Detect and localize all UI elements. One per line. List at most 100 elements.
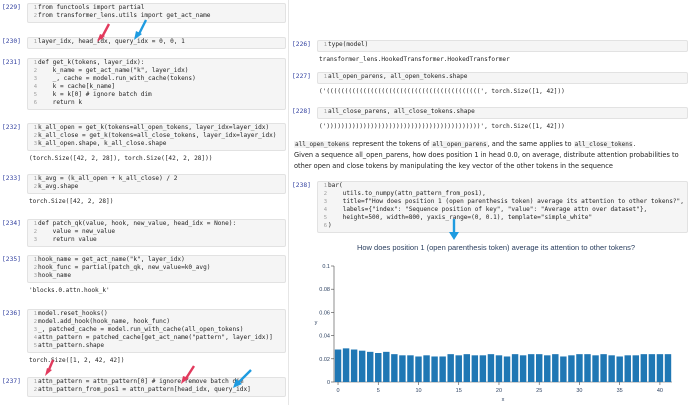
code-line: 1 all_close_parens, all_close_tokens.shap…	[318, 108, 687, 116]
line-number: 4	[33, 335, 37, 341]
code-text: )	[328, 222, 332, 229]
code-input[interactable]: 1 all_open_parens, all_open_tokens.shape	[317, 72, 688, 84]
cell-prompt: [237]	[2, 378, 21, 385]
line-number: 3	[33, 76, 37, 82]
code-text: utils.to_numpy(attn_pattern_from_pos1),	[328, 190, 486, 197]
code-line: 3 _, patched_cache = model.run_with_cache…	[28, 326, 285, 334]
code-text: hook_func = partial(patch_qk, new_value=…	[38, 264, 211, 271]
line-number: 2	[323, 191, 327, 197]
chart-bar	[471, 355, 479, 382]
line-number: 1	[33, 311, 37, 317]
y-tick-label: 0.06	[319, 310, 330, 316]
code-text: all_close_parens, all_close_tokens.shape	[328, 108, 475, 115]
chart-bar	[560, 356, 567, 382]
code-text: return value	[38, 236, 97, 243]
chart-bar	[632, 355, 640, 382]
chart-bar	[439, 356, 446, 382]
code-line: 3 return value	[28, 236, 285, 244]
line-number: 3	[323, 199, 327, 205]
line-number: 2	[33, 13, 37, 19]
code-line: 1 bar(	[318, 182, 687, 190]
code-input[interactable]: 1 def patch_qk(value, hook, new_value, he…	[27, 219, 286, 247]
cell-output: torch.Size([42, 2, 28])	[29, 198, 114, 205]
blue-arrow-icon	[233, 369, 252, 388]
cell-output: ('))))))))))))))))))))))))))))))))))))))…	[319, 123, 565, 130]
chart-bar	[366, 351, 374, 382]
code-line: 2 value = new_value	[28, 228, 285, 236]
panel-divider	[288, 0, 289, 405]
chart-bar	[535, 354, 543, 382]
chart-bar	[407, 355, 414, 382]
code-text: k_all_open.shape, k_all_close.shape	[38, 140, 167, 147]
code-text: k_name = get_act_name("k", layer_idx)	[38, 67, 189, 74]
x-tick-label: 0	[336, 388, 339, 394]
line-number: 2	[33, 184, 37, 190]
chart-bar	[527, 354, 535, 382]
chart-bar	[487, 354, 495, 382]
x-tick-label: 5	[377, 388, 380, 394]
chart-bar	[350, 349, 358, 382]
code-input[interactable]: 1 def get_k(tokens, layer_idx): 2 k_name =…	[27, 58, 286, 110]
chart-bar	[519, 355, 527, 382]
attention-bar-chart: How does position 1 (open parenthesis to…	[315, 243, 672, 403]
code-line: 2 k_all_close = get_k(tokens=all_close_to…	[28, 132, 285, 140]
chart-bar	[624, 355, 631, 382]
line-number: 1	[33, 125, 37, 131]
x-tick-label: 25	[536, 388, 542, 394]
line-number: 1	[33, 379, 37, 385]
y-tick-label: 0	[327, 380, 330, 386]
line-number: 1	[323, 74, 327, 80]
cell-prompt: [238]	[292, 182, 311, 189]
line-number: 5	[33, 343, 37, 349]
code-text: attn_pattern.shape	[38, 342, 105, 349]
chart-bar	[495, 355, 503, 382]
line-number: 1	[33, 5, 37, 11]
code-input[interactable]: 1 hook_name = get_act_name("k", layer_idx…	[27, 255, 286, 283]
code-line: 1 all_open_parens, all_open_tokens.shape	[318, 73, 687, 81]
code-line: 3 hook_name	[28, 272, 285, 280]
cell-prompt: [226]	[292, 41, 311, 48]
code-text: labels={"index": "Sequence position of k…	[328, 206, 648, 213]
code-line: 2 model.add_hook(hook_name, hook_func)	[28, 318, 285, 326]
code-input[interactable]: 1 layer_idx, head_idx, query_idx = 0, 0, …	[27, 37, 286, 49]
chart-bar	[358, 350, 366, 382]
x-tick-label: 35	[617, 388, 623, 394]
code-text: def get_k(tokens, layer_idx):	[38, 59, 145, 66]
code-text: attn_pattern = patched_cache[get_act_nam…	[38, 334, 273, 341]
code-input[interactable]: 1 all_close_parens, all_close_tokens.shap…	[317, 107, 688, 119]
chart-bar	[584, 354, 591, 382]
red-arrow-icon	[97, 23, 111, 42]
code-input[interactable]: 1 k_avg = (k_all_open + k_all_close) / 22…	[27, 174, 286, 194]
code-input[interactable]: 1 type(model)	[317, 40, 688, 52]
chart-bar	[511, 354, 519, 382]
x-tick-label: 15	[456, 388, 462, 394]
chart-bar	[640, 354, 648, 382]
chart-bar	[592, 355, 599, 382]
y-tick-label: 0.02	[319, 357, 330, 363]
code-input[interactable]: 1 from functools import partial 2 from tran…	[27, 3, 286, 23]
chart-bar	[479, 355, 487, 382]
code-line: 1 def patch_qk(value, hook, new_value, he…	[28, 220, 285, 228]
chart-bar	[576, 354, 583, 382]
line-number: 2	[33, 319, 37, 325]
code-text: model.add_hook(hook_name, hook_func)	[38, 318, 171, 325]
code-line: 1 model.reset_hooks()	[28, 310, 285, 318]
code-input[interactable]: 1 bar(2 utils.to_numpy(attn_pattern_from_…	[317, 181, 688, 233]
cell-prompt: [234]	[2, 220, 21, 227]
right-notebook-panel: all_open_tokens represent the tokens of …	[290, 0, 690, 405]
chart-bar	[656, 354, 664, 382]
cell-output: transformer_lens.HookedTransformer.Hooke…	[319, 56, 510, 63]
code-input[interactable]: 1 k_all_open = get_k(tokens=all_open_toke…	[27, 123, 286, 151]
chart-bar	[415, 356, 422, 382]
markdown-cell: all_open_tokens represent the tokens of …	[294, 139, 684, 172]
code-input[interactable]: 1 model.reset_hooks() 2 model.add_hook(hook…	[27, 309, 286, 353]
code-text: attn_pattern_from_pos1 = attn_pattern[he…	[38, 386, 251, 393]
code-line: 2 k_name = get_act_name("k", layer_idx)	[28, 67, 285, 75]
chart-bar	[608, 355, 615, 382]
code-line: 5 height=500, width=800, yaxis_range=(0,…	[318, 214, 687, 222]
code-text: hook_name = get_act_name("k", layer_idx)	[38, 256, 185, 263]
cell-prompt: [236]	[2, 310, 21, 317]
code-line: 1 k_avg = (k_all_open + k_all_close) / 2	[28, 175, 285, 183]
line-number: 6	[323, 223, 327, 229]
code-text: k_all_close = get_k(tokens=all_close_tok…	[38, 132, 277, 139]
